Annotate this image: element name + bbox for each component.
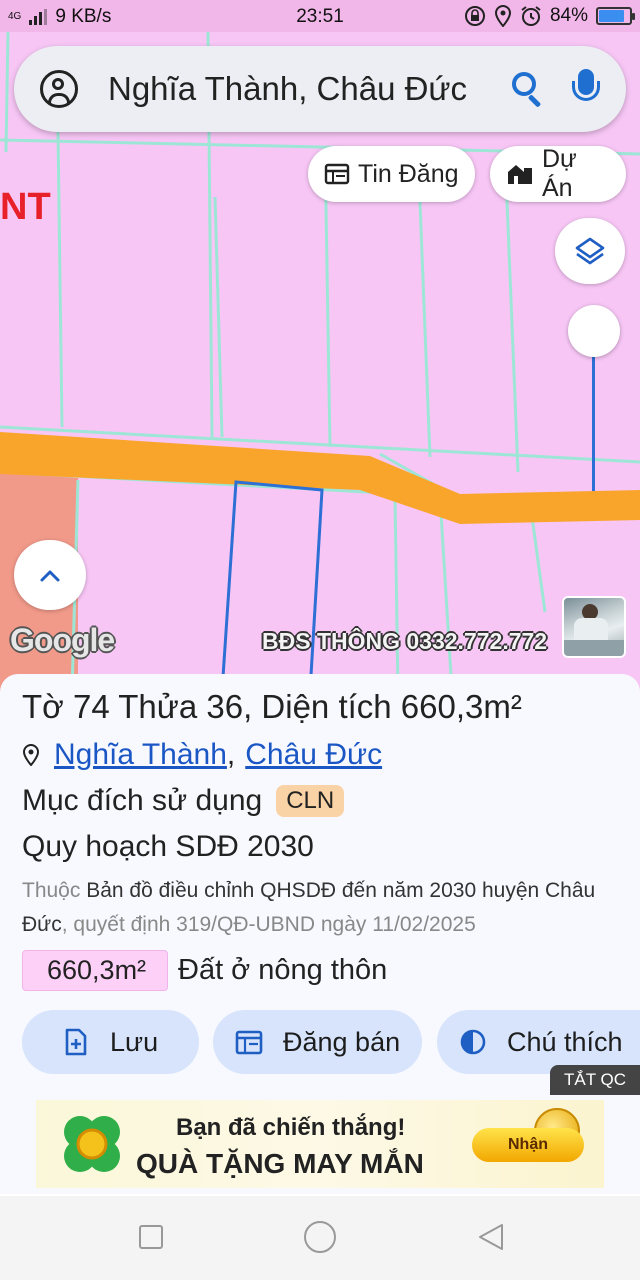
app-screen: 4G 9 KB/s 23:51 84% NT Nghĩa Thành, Châu… (0, 0, 640, 1280)
listings-chip-label: Tin Đăng (358, 159, 459, 188)
ad-line-1: Bạn đã chiến thắng! (176, 1114, 406, 1141)
ad-cta-button[interactable]: Nhận (472, 1128, 584, 1162)
zoom-slider-knob[interactable] (568, 305, 620, 357)
calendar-icon (235, 1030, 263, 1055)
chevron-up-icon (40, 570, 60, 582)
post-sale-button-label: Đăng bán (283, 1026, 401, 1057)
location-separator: , (226, 738, 236, 771)
nav-recent-icon[interactable] (138, 1224, 164, 1250)
save-button-label: Lưu (110, 1026, 159, 1057)
alarm-icon (521, 6, 541, 26)
mic-icon[interactable] (572, 69, 600, 109)
land-use-label: Mục đích sử dụng (22, 784, 263, 817)
layers-icon (575, 237, 605, 265)
search-input[interactable]: Nghĩa Thành, Châu Đức (108, 70, 512, 108)
system-nav-bar (0, 1196, 640, 1280)
nav-back-icon[interactable] (476, 1222, 506, 1252)
ad-line-2: QUÀ TẶNG MAY MẮN (136, 1148, 424, 1179)
clover-icon (64, 1116, 120, 1172)
parcel-location: Nghĩa Thành , Châu Đức (22, 738, 382, 772)
ad-close-button[interactable]: TẮT QC (550, 1065, 640, 1095)
projects-chip-label: Dự Án (542, 145, 577, 202)
search-bar[interactable]: Nghĩa Thành, Châu Đức (14, 46, 626, 132)
zoning-area-value: 660,3m² (22, 950, 168, 991)
district-link[interactable]: Châu Đức (245, 738, 382, 772)
desc-suffix: , quyết định 319/QĐ-UBND ngày 11/02/2025 (61, 913, 476, 936)
search-icon[interactable] (512, 72, 546, 106)
watermark-text: BĐS THÔNG 0332.772.772 (262, 628, 548, 654)
zoning-area-type: Đất ở nông thôn (178, 954, 388, 986)
desc-prefix: Thuộc (22, 879, 81, 902)
streetview-thumbnail[interactable] (562, 596, 626, 658)
commune-link[interactable]: Nghĩa Thành (54, 738, 227, 772)
land-use-row: Mục đích sử dụng CLN (22, 784, 345, 818)
listings-icon (324, 163, 350, 185)
plan-title: Quy hoạch SDĐ 2030 (22, 830, 314, 863)
google-logo: Google (10, 622, 115, 658)
battery-icon (596, 7, 635, 25)
nav-home-icon[interactable] (303, 1220, 337, 1254)
projects-chip[interactable]: Dự Án (490, 145, 626, 202)
listings-chip[interactable]: Tin Đăng (308, 146, 475, 202)
status-bar: 4G 9 KB/s 23:51 84% (0, 0, 640, 32)
post-sale-button[interactable]: Đăng bán (213, 1010, 422, 1074)
layers-button[interactable] (555, 218, 625, 284)
land-use-badge: CLN (276, 785, 345, 817)
expand-sheet-button[interactable] (14, 540, 86, 610)
save-button[interactable]: Lưu (22, 1010, 199, 1074)
zoning-area-row: 660,3m² Đất ở nông thôn (22, 950, 387, 991)
add-file-icon (65, 1028, 87, 1056)
parcel-title: Tờ 74 Thửa 36, Diện tích 660,3m² (22, 688, 522, 725)
plan-description: Thuộc Bản đồ điều chỉnh QHSDĐ đến năm 20… (22, 874, 622, 942)
location-icon (494, 5, 511, 27)
battery-percent: 84% (549, 5, 588, 26)
pin-icon (22, 744, 40, 766)
legend-button-label: Chú thích (507, 1026, 623, 1057)
projects-icon (508, 165, 532, 184)
lock-rotation-icon (464, 6, 485, 26)
ad-banner[interactable]: Bạn đã chiến thắng! QUÀ TẶNG MAY MẮN Nhậ… (36, 1100, 604, 1188)
contrast-icon (460, 1029, 486, 1055)
account-icon[interactable] (40, 70, 78, 108)
map-edge-label: NT (0, 186, 51, 228)
